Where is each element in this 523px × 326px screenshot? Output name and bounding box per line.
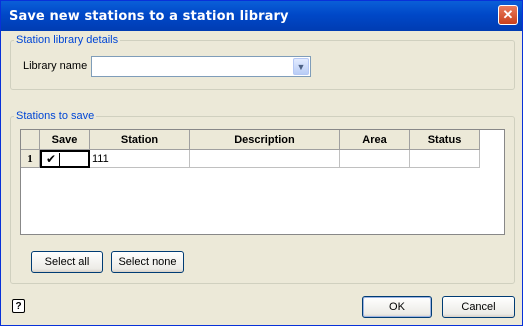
cancel-button[interactable]: Cancel xyxy=(442,296,515,318)
library-name-combobox[interactable]: ▼ xyxy=(91,56,311,77)
column-header-area[interactable]: Area xyxy=(340,130,410,150)
library-name-dropdown-button[interactable]: ▼ xyxy=(293,58,309,75)
save-cell[interactable]: ✔ xyxy=(40,150,90,168)
save-checkbox[interactable]: ✔ xyxy=(43,152,60,166)
window-title: Save new stations to a station library xyxy=(9,9,289,24)
column-header-description[interactable]: Description xyxy=(190,130,340,150)
station-cell[interactable]: 111 xyxy=(90,150,190,168)
status-cell[interactable] xyxy=(410,150,480,168)
table-corner xyxy=(21,130,40,150)
area-cell[interactable] xyxy=(340,150,410,168)
close-icon: ✕ xyxy=(502,7,514,22)
stations-legend: Stations to save xyxy=(16,110,95,122)
library-name-label: Library name xyxy=(23,60,88,72)
row-header[interactable]: 1 xyxy=(21,150,40,168)
ok-button[interactable]: OK xyxy=(362,296,432,318)
description-cell[interactable] xyxy=(190,150,340,168)
checkmark-icon: ✔ xyxy=(45,152,57,166)
column-header-station[interactable]: Station xyxy=(90,130,190,150)
library-details-legend: Station library details xyxy=(16,34,119,46)
dialog-window: Save new stations to a station library ✕… xyxy=(0,0,523,326)
select-none-button[interactable]: Select none xyxy=(111,251,184,273)
column-header-status[interactable]: Status xyxy=(410,130,480,150)
select-all-button[interactable]: Select all xyxy=(31,251,103,273)
column-header-save[interactable]: Save xyxy=(40,130,90,150)
title-bar[interactable]: Save new stations to a station library ✕ xyxy=(1,1,522,31)
stations-table[interactable]: Save Station Description Area Status 1 ✔… xyxy=(20,129,505,235)
help-icon[interactable]: ? xyxy=(12,299,25,313)
close-button[interactable]: ✕ xyxy=(498,5,518,25)
chevron-down-icon: ▼ xyxy=(296,61,306,72)
